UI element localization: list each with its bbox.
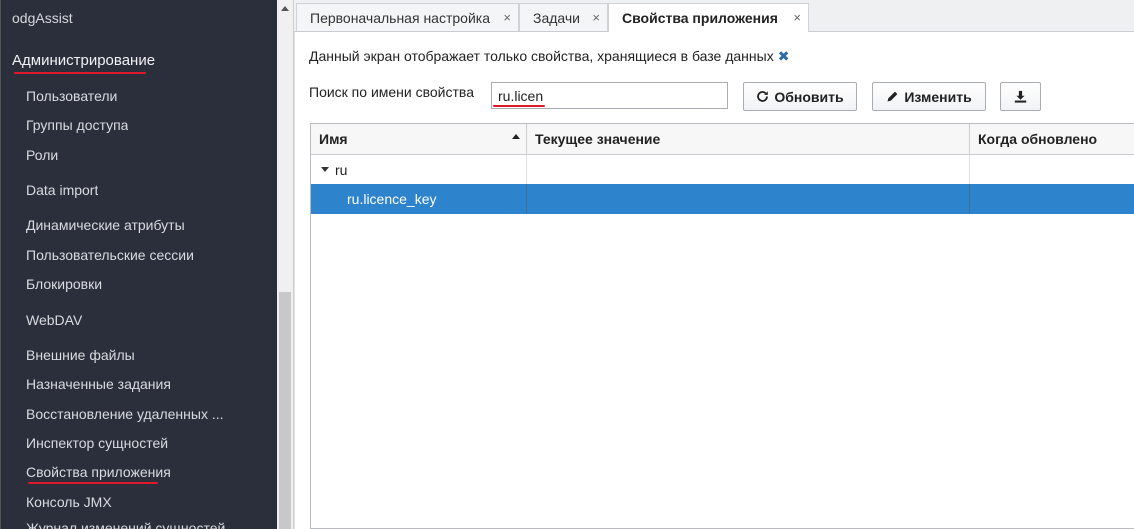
sidebar-scrollbar[interactable] <box>277 0 294 529</box>
tab-bar: Первоначальная настройка × Задачи × Свой… <box>294 0 1134 32</box>
column-header-updated[interactable]: Когда обновлено <box>970 124 1134 154</box>
column-header-label: Имя <box>319 131 348 147</box>
search-label: Поиск по имени свойства <box>309 84 474 100</box>
table-header: Имя Текущее значение Когда обновлено <box>311 124 1134 155</box>
close-icon[interactable]: × <box>592 10 600 25</box>
close-icon[interactable]: × <box>793 10 801 25</box>
download-icon <box>1014 90 1027 103</box>
tab-label: Первоначальная настройка <box>310 9 490 26</box>
sidebar-item-roles[interactable]: Роли <box>26 147 58 163</box>
column-header-name[interactable]: Имя <box>311 124 527 154</box>
cell-name: ru <box>311 155 527 184</box>
annotation-underline-app-properties <box>28 482 158 484</box>
sidebar-item-restore-deleted[interactable]: Восстановление удаленных ... <box>26 406 224 422</box>
annotation-underline-section <box>14 72 146 74</box>
info-message: Данный экран отображает только свойства,… <box>309 48 789 65</box>
refresh-button-label: Обновить <box>774 88 844 105</box>
tab-initial-setup[interactable]: Первоначальная настройка × <box>296 3 519 31</box>
edit-button-label: Изменить <box>904 88 972 105</box>
column-header-current-value[interactable]: Текущее значение <box>527 124 970 154</box>
table-row-selected[interactable]: ru.licence_key <box>311 184 1134 214</box>
cell-name: ru.licence_key <box>311 184 527 213</box>
pencil-icon <box>887 91 898 102</box>
main-content: Данный экран отображает только свойства,… <box>294 32 1134 529</box>
tab-label: Свойства приложения <box>622 10 778 26</box>
expand-arrow-icon[interactable] <box>321 167 329 172</box>
column-header-label: Текущее значение <box>535 131 661 147</box>
tab-app-properties[interactable]: Свойства приложения × <box>608 3 809 32</box>
scrollbar-thumb[interactable] <box>279 292 291 529</box>
sidebar-item-dynamic-attributes[interactable]: Динамические атрибуты <box>26 217 185 233</box>
close-icon[interactable]: × <box>503 10 511 25</box>
table-row[interactable]: ru <box>311 155 1134 185</box>
info-message-text: Данный экран отображает только свойства,… <box>309 48 774 64</box>
row-name: ru.licence_key <box>347 190 437 207</box>
cell-value <box>527 184 970 213</box>
sidebar: odgAssist Администрирование Пользователи… <box>0 0 277 529</box>
sidebar-item-data-import[interactable]: Data import <box>26 182 98 198</box>
scroll-up-icon[interactable] <box>281 6 289 11</box>
cell-updated <box>970 184 1134 213</box>
sidebar-item-scheduled-tasks[interactable]: Назначенные задания <box>26 376 171 392</box>
tab-label: Задачи <box>533 9 581 26</box>
sidebar-item-entity-log[interactable]: Журнал изменений сущностей <box>26 520 225 529</box>
download-button[interactable] <box>1000 82 1041 111</box>
sidebar-item-entity-inspector[interactable]: Инспектор сущностей <box>26 435 168 451</box>
sidebar-item-webdav[interactable]: WebDAV <box>26 312 82 328</box>
sidebar-item-locks[interactable]: Блокировки <box>26 276 102 292</box>
column-header-label: Когда обновлено <box>978 131 1098 147</box>
sidebar-item-app-properties[interactable]: Свойства приложения <box>26 464 171 480</box>
refresh-icon <box>757 91 769 102</box>
sidebar-item-users[interactable]: Пользователи <box>26 88 117 104</box>
dismiss-icon[interactable]: ✖ <box>778 48 790 64</box>
app-title: odgAssist <box>12 10 73 26</box>
menu-section-administration[interactable]: Администрирование <box>12 52 155 69</box>
properties-table: Имя Текущее значение Когда обновлено ru … <box>310 123 1134 529</box>
sidebar-item-jmx-console[interactable]: Консоль JMX <box>26 494 112 510</box>
cell-value <box>527 155 970 184</box>
sidebar-item-access-groups[interactable]: Группы доступа <box>26 117 128 133</box>
row-name: ru <box>335 161 348 178</box>
sidebar-item-external-files[interactable]: Внешние файлы <box>26 347 135 363</box>
refresh-button[interactable]: Обновить <box>743 82 857 111</box>
tab-tasks[interactable]: Задачи × <box>519 3 608 31</box>
cell-updated <box>970 155 1134 184</box>
annotation-underline-search <box>493 105 545 107</box>
sort-ascending-icon <box>512 134 520 139</box>
edit-button[interactable]: Изменить <box>872 82 986 111</box>
sidebar-item-user-sessions[interactable]: Пользовательские сессии <box>26 247 194 263</box>
